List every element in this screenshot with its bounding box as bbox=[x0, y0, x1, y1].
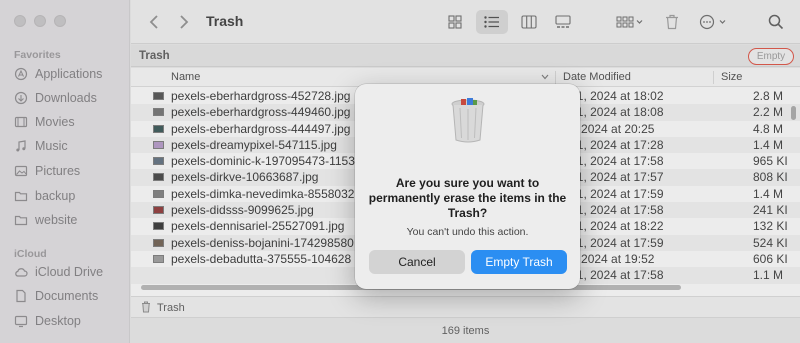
empty-trash-dialog: Are you sure you want to permanently era… bbox=[355, 84, 580, 289]
dialog-title: Are you sure you want to permanently era… bbox=[368, 176, 567, 220]
trash-full-icon bbox=[451, 98, 485, 143]
empty-trash-confirm-button[interactable]: Empty Trash bbox=[471, 250, 567, 274]
dialog-message: You can't undo this action. bbox=[406, 226, 529, 238]
cancel-button[interactable]: Cancel bbox=[369, 250, 465, 274]
